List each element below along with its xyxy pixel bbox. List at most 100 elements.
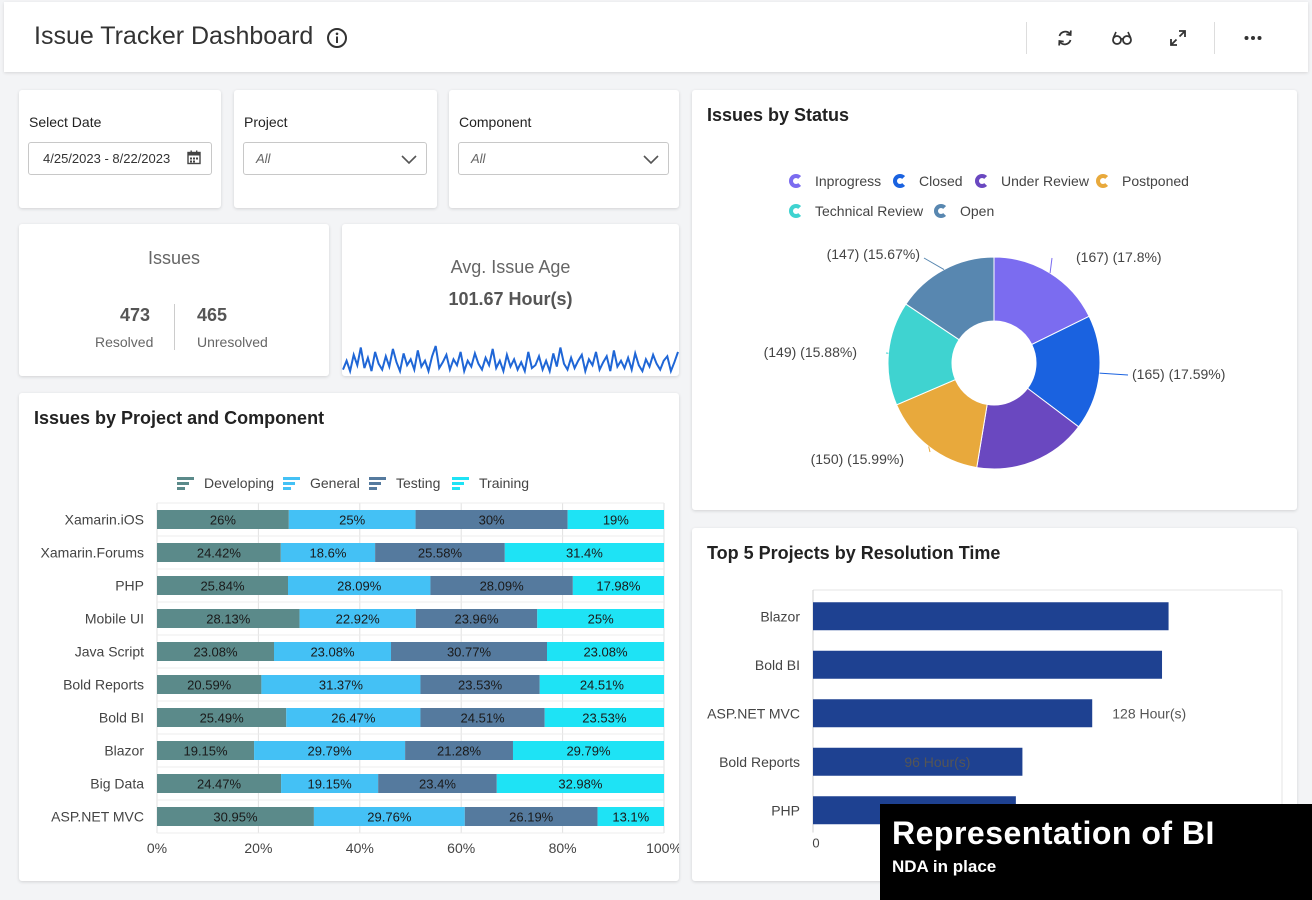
- project-filter-label: Project: [244, 114, 288, 130]
- issues-kpi-card: Issues 473 Resolved 465 Unresolved: [19, 224, 329, 376]
- resolved-label: Resolved: [95, 334, 154, 350]
- segment-data-label: 18.6%: [310, 546, 347, 561]
- resolution-bar: [813, 650, 1163, 679]
- bar-legend-icon: [283, 477, 300, 490]
- date-filter-label: Select Date: [29, 114, 102, 130]
- donut-legend-icon: [934, 204, 948, 218]
- project-component-chart-title: Issues by Project and Component: [34, 408, 325, 428]
- slice-data-label: (165) (17.59%): [1132, 366, 1226, 382]
- legend-item-status: Inprogress: [789, 173, 881, 189]
- legend-label: Developing: [204, 475, 275, 491]
- sparkline-line: [342, 345, 679, 376]
- status-donut-chart: [885, 256, 1129, 470]
- legend-label: Closed: [919, 173, 963, 189]
- expand-icon[interactable]: [1166, 26, 1190, 50]
- segment-data-label: 25%: [588, 612, 614, 627]
- segment-data-label: 24.51%: [580, 678, 625, 693]
- category-label: Blazor: [760, 608, 800, 624]
- watermark-overlay: Representation of BI NDA in place: [880, 804, 1312, 900]
- segment-data-label: 24.51%: [461, 711, 506, 726]
- segment-data-label: 26.47%: [331, 711, 376, 726]
- watermark-title: Representation of BI: [892, 815, 1215, 851]
- category-label: ASP.NET MVC: [51, 809, 144, 825]
- legend-item-status: Closed: [893, 173, 963, 189]
- x-tick-label: 0%: [147, 840, 167, 856]
- view-icon[interactable]: [1110, 26, 1134, 50]
- category-label: Bold Reports: [719, 754, 800, 770]
- component-select[interactable]: All: [458, 142, 669, 175]
- legend-item-status: Postponed: [1096, 173, 1189, 189]
- resolved-count: 473: [120, 305, 151, 325]
- category-label: PHP: [115, 578, 144, 594]
- segment-data-label: 19.15%: [183, 744, 228, 759]
- component-filter-label: Component: [459, 114, 532, 130]
- category-label: Bold BI: [99, 710, 144, 726]
- resolution-bar: [813, 699, 1093, 728]
- x-tick-label: 40%: [346, 840, 374, 856]
- resolution-bar: [813, 602, 1169, 631]
- slice-data-label: (149) (15.88%): [763, 344, 857, 360]
- chevron-down-icon: [642, 151, 660, 170]
- refresh-icon[interactable]: [1053, 26, 1077, 50]
- component-filter-card: Component All: [449, 90, 679, 208]
- segment-data-label: 29.79%: [308, 744, 353, 759]
- watermark-subtitle: NDA in place: [892, 857, 997, 876]
- donut-legend-icon: [893, 174, 907, 188]
- legend-item-training: Training: [452, 475, 529, 491]
- segment-data-label: 32.98%: [558, 777, 603, 792]
- unresolved-count: 465: [197, 305, 228, 325]
- x-tick-label: 60%: [447, 840, 475, 856]
- stacked-bar-chart: 0% 20% 40% 60% 80% 100% Xamarin.iOS 26% 25% 30% 19…: [41, 502, 679, 856]
- segment-data-label: 24.42%: [197, 546, 242, 561]
- date-range-input[interactable]: 4/25/2023 - 8/22/2023: [28, 142, 212, 175]
- segment-data-label: 20.59%: [187, 678, 232, 693]
- slice-data-label: (147) (15.67%): [826, 246, 920, 262]
- legend-label: Training: [479, 475, 530, 491]
- x-tick-label: 100%: [646, 840, 679, 856]
- info-icon[interactable]: [326, 27, 348, 54]
- dashboard-title: Issue Tracker Dashboard: [34, 22, 314, 50]
- segment-data-label: 28.09%: [480, 579, 525, 594]
- segment-data-label: 23.08%: [310, 645, 355, 660]
- legend-item-status: Under Review: [975, 173, 1089, 189]
- x-tick-label: 80%: [549, 840, 577, 856]
- legend-label: Postponed: [1122, 173, 1189, 189]
- bar-data-label: 96 Hour(s): [904, 754, 970, 770]
- category-label: Big Data: [90, 776, 144, 792]
- category-label: Xamarin.iOS: [65, 512, 144, 528]
- segment-data-label: 23.08%: [583, 645, 628, 660]
- project-filter-card: Project All: [234, 90, 437, 208]
- segment-data-label: 25.58%: [418, 546, 463, 561]
- slice-connector: [1049, 257, 1053, 274]
- segment-data-label: 29.76%: [367, 810, 412, 825]
- calendar-icon[interactable]: [187, 150, 201, 168]
- legend-item-testing: Testing: [369, 475, 440, 491]
- category-label: Bold BI: [755, 657, 800, 673]
- segment-data-label: 26.19%: [509, 810, 554, 825]
- segment-data-label: 26%: [210, 513, 236, 528]
- bar-legend-icon: [369, 477, 386, 490]
- avg-issue-age-title: Avg. Issue Age: [450, 257, 571, 277]
- segment-data-label: 31.4%: [566, 546, 603, 561]
- segment-data-label: 24.47%: [197, 777, 242, 792]
- segment-data-label: 25.49%: [200, 711, 245, 726]
- donut-legend-icon: [1096, 174, 1110, 188]
- x-tick-label: 0: [812, 836, 819, 851]
- avg-issue-age-value: 101.67 Hour(s): [448, 289, 573, 309]
- segment-data-label: 22.92%: [336, 612, 381, 627]
- date-filter-card: Select Date 4/25/2023 - 8/22/2023: [19, 90, 221, 208]
- unresolved-label: Unresolved: [197, 334, 268, 350]
- category-label: Blazor: [104, 743, 144, 759]
- project-select[interactable]: All: [243, 142, 427, 175]
- category-label: Java Script: [75, 644, 144, 660]
- legend-item-developing: Developing: [177, 475, 274, 491]
- project-component-chart-card: Issues by Project and Component 0% 20% 40%…: [19, 393, 679, 881]
- segment-data-label: 19%: [603, 513, 629, 528]
- segment-data-label: 17.98%: [596, 579, 641, 594]
- slice-connector: [1099, 372, 1129, 376]
- category-label: Bold Reports: [63, 677, 144, 693]
- legend-label: Under Review: [1001, 173, 1089, 189]
- more-icon[interactable]: [1241, 26, 1265, 50]
- segment-data-label: 21.28%: [437, 744, 482, 759]
- segment-data-label: 30%: [479, 513, 505, 528]
